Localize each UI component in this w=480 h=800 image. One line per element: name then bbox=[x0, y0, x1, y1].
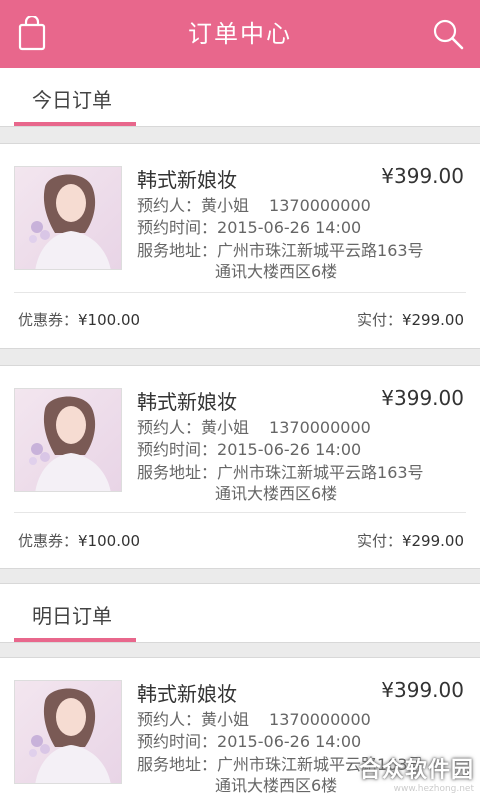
section-tomorrow[interactable]: 明日订单 bbox=[0, 584, 480, 642]
coupon-label: 优惠券： bbox=[18, 532, 79, 550]
contact-label: 预约人： bbox=[137, 196, 202, 215]
card-separator bbox=[14, 292, 466, 293]
paid-row: 实付：¥299.00 bbox=[357, 530, 464, 551]
card-separator bbox=[14, 512, 466, 513]
contact-label: 预约人： bbox=[137, 418, 202, 437]
coupon-row: 优惠券：¥100.00 bbox=[18, 309, 140, 330]
contact-row: 预约人：黄小姐 1370000000 bbox=[137, 192, 371, 216]
contact-label: 预约人： bbox=[137, 710, 202, 729]
time-label: 预约时间： bbox=[137, 440, 218, 459]
section-today[interactable]: 今日订单 bbox=[0, 68, 480, 126]
time-row: 预约时间：2015-06-26 14:00 bbox=[137, 436, 361, 460]
contact-phone: 1370000000 bbox=[269, 196, 371, 215]
address-label: 服务地址： bbox=[137, 241, 218, 260]
divider bbox=[0, 568, 480, 584]
coupon-amount: ¥100.00 bbox=[78, 532, 141, 550]
paid-amount: ¥299.00 bbox=[401, 532, 464, 550]
address-line-2: 通讯大楼西区6楼 bbox=[215, 262, 338, 281]
product-name: 韩式新娘妆 bbox=[137, 682, 237, 706]
product-name: 韩式新娘妆 bbox=[137, 390, 237, 414]
search-icon[interactable] bbox=[430, 16, 466, 52]
order-card[interactable]: 韩式新娘妆 ¥399.00 预约人：黄小姐 1370000000 预约时间：201… bbox=[0, 144, 480, 348]
divider bbox=[0, 126, 480, 144]
divider bbox=[0, 642, 480, 658]
paid-label: 实付： bbox=[356, 532, 402, 550]
paid-label: 实付： bbox=[356, 311, 402, 329]
coupon-label: 优惠券： bbox=[18, 311, 79, 329]
section-today-label: 今日订单 bbox=[32, 88, 112, 112]
product-name: 韩式新娘妆 bbox=[137, 168, 237, 192]
time-row: 预约时间：2015-06-26 14:00 bbox=[137, 214, 361, 238]
time-label: 预约时间： bbox=[137, 732, 218, 751]
appointment-time: 2015-06-26 14:00 bbox=[217, 732, 362, 751]
product-price: ¥399.00 bbox=[381, 678, 464, 702]
order-card[interactable]: 韩式新娘妆 ¥399.00 预约人：黄小姐 1370000000 预约时间：201… bbox=[0, 366, 480, 568]
address-label: 服务地址： bbox=[137, 463, 218, 482]
contact-name: 黄小姐 bbox=[201, 710, 250, 729]
product-price: ¥399.00 bbox=[381, 386, 464, 410]
contact-phone: 1370000000 bbox=[269, 418, 371, 437]
time-label: 预约时间： bbox=[137, 218, 218, 237]
product-price: ¥399.00 bbox=[381, 164, 464, 188]
contact-row: 预约人：黄小姐 1370000000 bbox=[137, 706, 371, 730]
address-label: 服务地址： bbox=[137, 755, 218, 774]
time-row: 预约时间：2015-06-26 14:00 bbox=[137, 728, 361, 752]
paid-row: 实付：¥299.00 bbox=[357, 309, 464, 330]
watermark: 合众软件园 www.hezhong.net bbox=[359, 752, 474, 794]
address-line-2: 通讯大楼西区6楼 bbox=[215, 776, 338, 795]
appointment-time: 2015-06-26 14:00 bbox=[217, 440, 362, 459]
page-title: 订单中心 bbox=[188, 20, 292, 48]
coupon-amount: ¥100.00 bbox=[78, 311, 141, 329]
divider bbox=[0, 348, 480, 366]
product-thumbnail bbox=[14, 680, 122, 784]
app-header: 订单中心 bbox=[0, 0, 480, 68]
coupon-row: 优惠券：¥100.00 bbox=[18, 530, 140, 551]
watermark-url: www.hezhong.net bbox=[393, 784, 474, 794]
product-thumbnail bbox=[14, 166, 122, 270]
contact-name: 黄小姐 bbox=[201, 196, 250, 215]
appointment-time: 2015-06-26 14:00 bbox=[217, 218, 362, 237]
contact-name: 黄小姐 bbox=[201, 418, 250, 437]
product-thumbnail bbox=[14, 388, 122, 492]
section-tomorrow-label: 明日订单 bbox=[32, 604, 112, 628]
address-line-2: 通讯大楼西区6楼 bbox=[215, 484, 338, 503]
watermark-title: 合众软件园 bbox=[358, 758, 474, 783]
contact-phone: 1370000000 bbox=[269, 710, 371, 729]
contact-row: 预约人：黄小姐 1370000000 bbox=[137, 414, 371, 438]
paid-amount: ¥299.00 bbox=[401, 311, 464, 329]
